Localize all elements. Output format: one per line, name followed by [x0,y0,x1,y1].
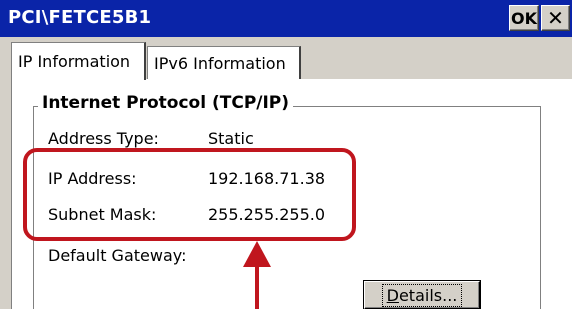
arrow-shaft [255,265,259,309]
details-button[interactable]: Details... [364,281,480,309]
subnet-mask-label: Subnet Mask: [48,205,157,224]
ip-address-value: 192.168.71.38 [208,169,326,188]
tab-ipv6-information[interactable]: IPv6 Information [147,46,301,79]
arrow-up-icon [243,241,271,267]
groupbox-title: Internet Protocol (TCP/IP) [38,93,294,113]
window-title: PCI\FETCE5B1 [8,7,152,28]
subnet-mask-value: 255.255.255.0 [208,205,326,224]
ok-button[interactable]: OK [509,5,539,31]
ip-address-label: IP Address: [48,169,137,188]
close-icon: ✕ [547,6,564,30]
address-type-label: Address Type: [48,129,159,148]
tab-ip-information[interactable]: IP Information [11,42,146,80]
details-button-label: Details... [381,283,463,307]
details-label-rest: etails... [398,285,458,305]
details-accelerator: D [386,285,399,305]
title-bar: PCI\FETCE5B1 OK ✕ [0,0,572,37]
address-type-value: Static [208,129,254,148]
default-gateway-label: Default Gateway: [48,246,187,265]
close-button[interactable]: ✕ [541,5,570,31]
